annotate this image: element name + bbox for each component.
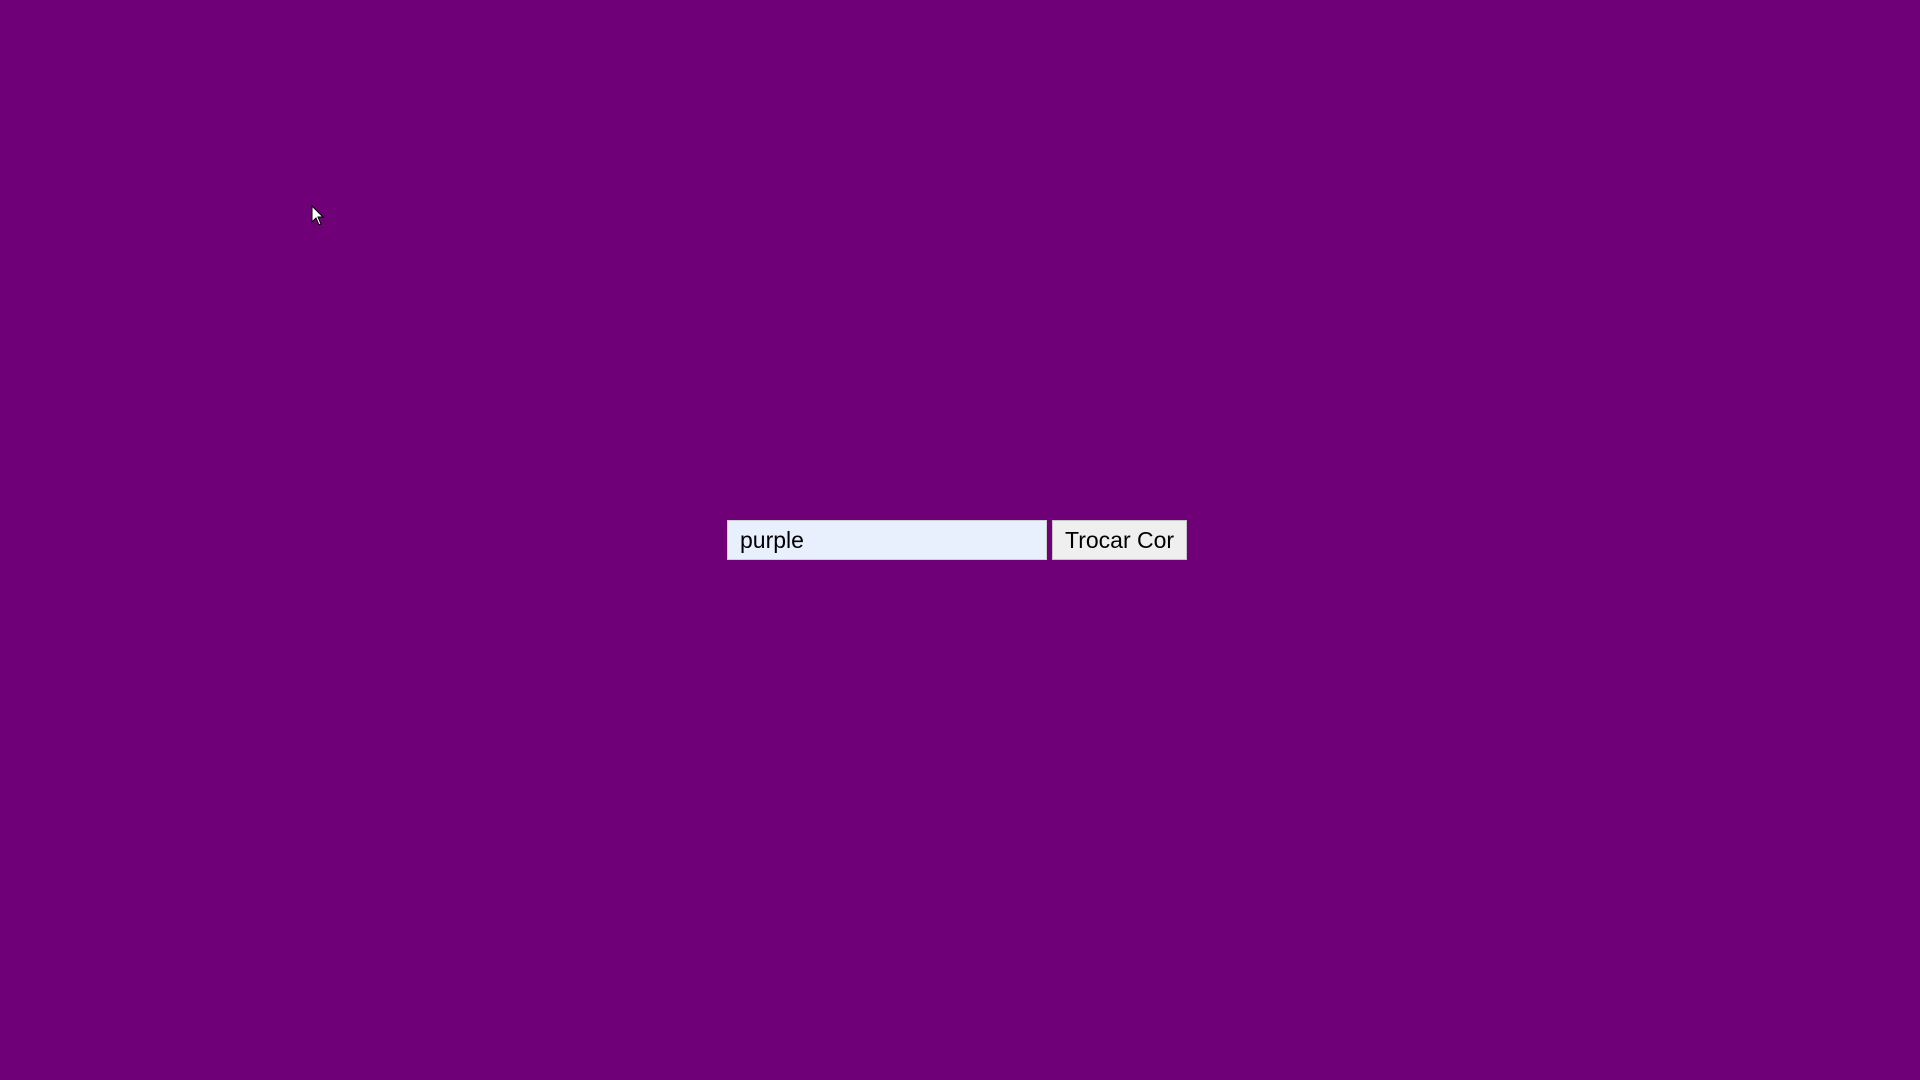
color-input[interactable]: [727, 520, 1047, 560]
page-background: { "theme": { "background_color": "#70007…: [0, 0, 1920, 1080]
swap-color-button[interactable]: Trocar Cor: [1052, 520, 1188, 560]
color-form: Trocar Cor: [727, 520, 1188, 560]
mouse-pointer-icon: [311, 205, 325, 226]
